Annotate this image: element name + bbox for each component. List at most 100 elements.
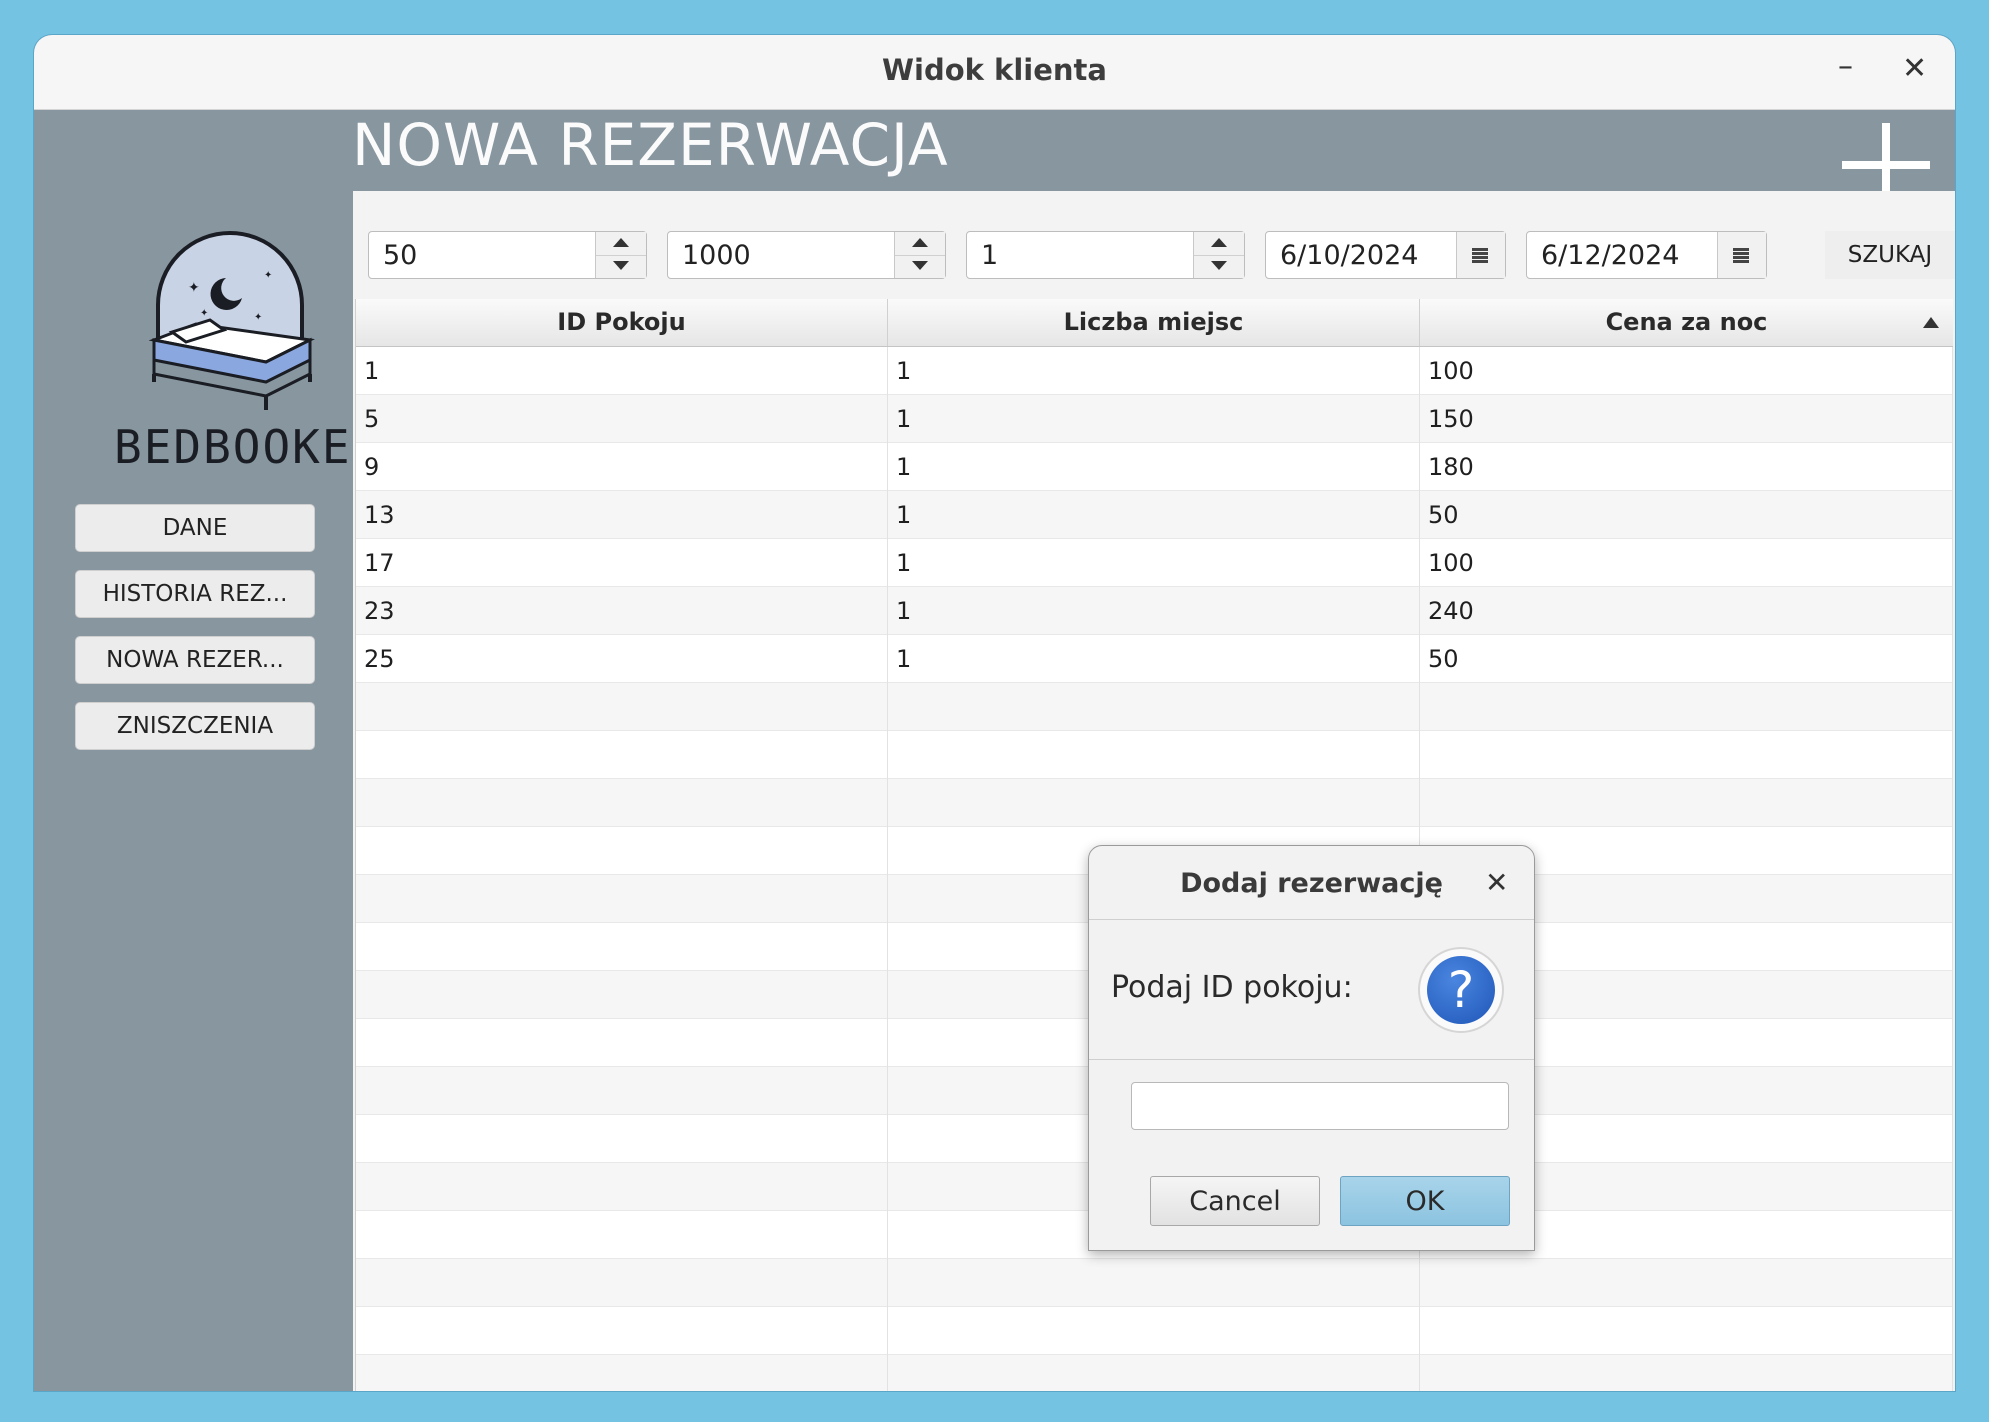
table-cell	[888, 1307, 1420, 1355]
table-cell: 50	[1420, 635, 1953, 683]
date-to-input[interactable]	[1541, 240, 1741, 270]
table-row[interactable]	[356, 1259, 1953, 1307]
table-row[interactable]: 17 1 100	[356, 539, 1953, 587]
table-row[interactable]: 9 1 180	[356, 443, 1953, 491]
table-row[interactable]: 25 1 50	[356, 635, 1953, 683]
table-cell: 1	[888, 347, 1420, 395]
date-to-picker	[1526, 231, 1767, 279]
price-max-spinner	[667, 231, 946, 279]
table-cell	[356, 1067, 888, 1115]
sidebar-item-historia[interactable]: HISTORIA REZ...	[75, 570, 315, 618]
date-from-input[interactable]	[1280, 240, 1480, 270]
table-cell	[356, 1355, 888, 1391]
table-row[interactable]	[356, 1307, 1953, 1355]
sidebar-item-nowa-rezerwacja[interactable]: NOWA REZER...	[75, 636, 315, 684]
table-cell: 1	[888, 587, 1420, 635]
price-min-spinner	[368, 231, 647, 279]
room-id-input[interactable]	[1131, 1082, 1509, 1130]
table-cell	[1420, 779, 1953, 827]
table-cell: 100	[1420, 539, 1953, 587]
table-row[interactable]: 23 1 240	[356, 587, 1953, 635]
sidebar-item-dane[interactable]: DANE	[75, 504, 315, 552]
date-from-picker	[1265, 231, 1506, 279]
cancel-button[interactable]: Cancel	[1150, 1176, 1320, 1226]
logo: ✦ ✦ ✦ ✦ BEDBOOKER	[114, 220, 382, 480]
table-cell	[356, 1259, 888, 1307]
window-title: Widok klienta	[882, 53, 1107, 87]
arrow-down-icon	[1211, 261, 1227, 270]
table-cell	[356, 923, 888, 971]
table-cell	[356, 1115, 888, 1163]
bed-moon-icon: ✦ ✦ ✦ ✦	[148, 231, 315, 410]
table-cell: 1	[888, 443, 1420, 491]
spin-up-button[interactable]	[895, 232, 945, 256]
table-row[interactable]	[356, 731, 1953, 779]
table-cell	[888, 731, 1420, 779]
dialog-message: Podaj ID pokoju:	[1111, 970, 1353, 1005]
question-icon: ?	[1420, 949, 1502, 1031]
price-max-input[interactable]	[682, 240, 882, 270]
svg-text:✦: ✦	[188, 280, 200, 296]
sort-ascending-icon	[1923, 317, 1939, 328]
svg-text:✦: ✦	[200, 308, 208, 319]
table-cell	[1420, 1259, 1953, 1307]
arrow-up-icon	[1211, 238, 1227, 247]
table-row[interactable]	[356, 1355, 1953, 1391]
arrow-down-icon	[613, 261, 629, 270]
table-cell: 25	[356, 635, 888, 683]
add-reservation-dialog: Dodaj rezerwację ✕ Podaj ID pokoju: ? Ca…	[1088, 845, 1535, 1251]
price-min-input[interactable]	[383, 240, 583, 270]
places-input[interactable]	[981, 240, 1181, 270]
date-from-calendar-button[interactable]	[1456, 232, 1505, 278]
table-cell: 240	[1420, 587, 1953, 635]
table-cell: 1	[888, 491, 1420, 539]
close-icon[interactable]: ✕	[1902, 51, 1927, 86]
table-cell: 17	[356, 539, 888, 587]
date-to-calendar-button[interactable]	[1717, 232, 1766, 278]
table-cell: 100	[1420, 347, 1953, 395]
table-cell	[888, 1259, 1420, 1307]
table-cell	[356, 683, 888, 731]
table-row[interactable]: 1 1 100	[356, 347, 1953, 395]
logo-text: BEDBOOKER	[114, 420, 382, 474]
table-row[interactable]: 5 1 150	[356, 395, 1953, 443]
table-cell: 13	[356, 491, 888, 539]
dialog-title: Dodaj rezerwację	[1180, 868, 1443, 899]
table-cell	[356, 1211, 888, 1259]
spin-down-button[interactable]	[1194, 255, 1244, 278]
table-cell	[888, 779, 1420, 827]
spin-down-button[interactable]	[895, 255, 945, 278]
app-window: Widok klienta – ✕ NOWA REZERWACJA ✦ ✦ ✦ …	[34, 35, 1955, 1391]
arrow-up-icon	[912, 238, 928, 247]
dialog-close-icon[interactable]: ✕	[1485, 866, 1508, 899]
places-spinner	[966, 231, 1245, 279]
table-cell	[1420, 1307, 1953, 1355]
spin-up-button[interactable]	[596, 232, 646, 256]
table-cell: 180	[1420, 443, 1953, 491]
table-row[interactable]	[356, 683, 1953, 731]
arrow-up-icon	[613, 238, 629, 247]
calendar-icon	[1472, 247, 1488, 263]
minimize-icon[interactable]: –	[1838, 49, 1853, 84]
table-row[interactable]	[356, 779, 1953, 827]
title-bar: Widok klienta – ✕	[34, 35, 1955, 110]
table-cell: 150	[1420, 395, 1953, 443]
spin-down-button[interactable]	[596, 255, 646, 278]
table-cell	[1420, 683, 1953, 731]
svg-text:✦: ✦	[264, 270, 272, 281]
divider	[1089, 1059, 1534, 1060]
table-cell	[356, 731, 888, 779]
column-header-price-label: Cena za noc	[1605, 308, 1768, 336]
spin-up-button[interactable]	[1194, 232, 1244, 256]
table-row[interactable]: 13 1 50	[356, 491, 1953, 539]
table-cell	[1420, 1355, 1953, 1391]
table-cell	[356, 875, 888, 923]
column-header-id[interactable]: ID Pokoju	[356, 299, 888, 346]
ok-button[interactable]: OK	[1340, 1176, 1510, 1226]
table-cell: 50	[1420, 491, 1953, 539]
column-header-places[interactable]: Liczba miejsc	[888, 299, 1420, 346]
table-cell	[888, 683, 1420, 731]
search-button[interactable]: SZUKAJ	[1825, 231, 1955, 279]
sidebar-item-zniszczenia[interactable]: ZNISZCZENIA	[75, 702, 315, 750]
column-header-price[interactable]: Cena za noc	[1420, 299, 1953, 346]
